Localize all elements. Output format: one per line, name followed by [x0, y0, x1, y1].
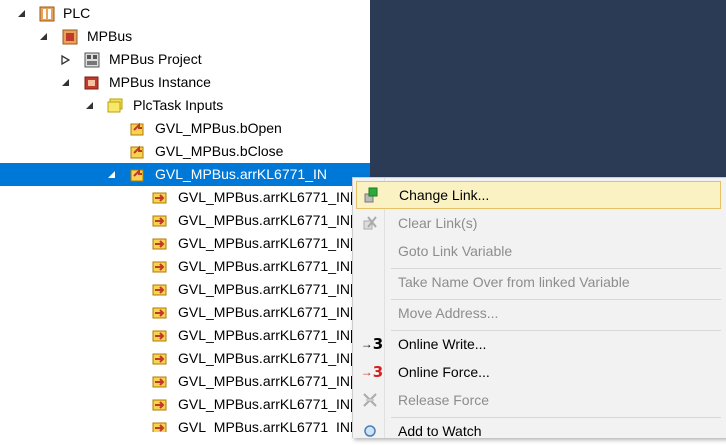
plc-icon — [39, 6, 55, 22]
menu-item-online-force[interactable]: → 3 Online Force... — [356, 358, 721, 386]
linked-variable-icon — [130, 144, 146, 160]
variable-icon — [152, 420, 168, 432]
variable-icon — [152, 351, 168, 367]
tree-item-array-element[interactable]: GVL_MPBus.arrKL6771_IN[1 — [0, 209, 370, 232]
tree-item-array-element[interactable]: GVL_MPBus.arrKL6771_IN[5 — [0, 301, 370, 324]
release-force-icon — [361, 391, 379, 409]
tree-label: GVL_MPBus.bOpen — [155, 120, 282, 136]
tree-item-array-element[interactable]: GVL_MPBus.arrKL6771_IN[7 — [0, 347, 370, 370]
menu-item-move-address[interactable]: Move Address... — [356, 299, 721, 327]
tree-item-array-element[interactable]: GVL_MPBus.arrKL6771_IN[2 — [0, 232, 370, 255]
folder-inputs-icon — [107, 98, 123, 114]
online-write-icon: → 3 — [360, 335, 384, 353]
variable-icon — [152, 236, 168, 252]
watch-glasses-icon — [361, 422, 379, 440]
menu-item-release-force[interactable]: Release Force — [356, 386, 721, 414]
tree-item-bclose[interactable]: GVL_MPBus.bClose — [0, 140, 370, 163]
menu-item-label: Clear Link(s) — [398, 215, 478, 231]
tree-item-array-element[interactable]: GVL_MPBus.arrKL6771_IN[0 — [0, 186, 370, 209]
tree-item-array-element[interactable]: GVL_MPBus.arrKL6771_IN[4 — [0, 278, 370, 301]
menu-item-add-watch[interactable]: Add to Watch — [356, 417, 721, 445]
tree-label: GVL_MPBus.arrKL6771_IN[8 — [178, 373, 362, 389]
project-icon — [84, 52, 100, 68]
tree-item-arrkl6771-in[interactable]: GVL_MPBus.arrKL6771_IN — [0, 163, 370, 186]
collapse-arrow-icon[interactable] — [60, 78, 70, 88]
context-menu: Change Link... Clear Link(s) Goto Link V… — [352, 177, 726, 439]
tree-label: GVL_MPBus.bClose — [155, 143, 284, 159]
collapse-arrow-icon[interactable] — [106, 170, 116, 180]
menu-item-take-name[interactable]: Take Name Over from linked Variable — [356, 268, 721, 296]
menu-item-goto-link[interactable]: Goto Link Variable — [356, 237, 721, 265]
tree-item-array-element[interactable]: GVL_MPBus.arrKL6771_IN[9 — [0, 393, 370, 416]
menu-item-label: Online Write... — [398, 336, 487, 352]
variable-icon — [152, 305, 168, 321]
menu-item-label: Release Force — [398, 392, 490, 408]
menu-item-label: Take Name Over from linked Variable — [398, 274, 630, 290]
variable-icon — [152, 374, 168, 390]
collapse-arrow-icon[interactable] — [38, 32, 48, 42]
online-force-icon: → 3 — [360, 363, 384, 381]
tree-label: GVL_MPBus.arrKL6771_IN[2 — [178, 235, 362, 251]
tree-label: GVL_MPBus.arrKL6771_IN[10 — [178, 419, 370, 432]
menu-item-label: Goto Link Variable — [398, 243, 513, 259]
collapse-arrow-icon[interactable] — [84, 101, 94, 111]
tree-label: GVL_MPBus.arrKL6771_IN[1 — [178, 212, 362, 228]
variable-icon — [152, 190, 168, 206]
variable-icon — [152, 213, 168, 229]
tree-label: MPBus Project — [109, 51, 202, 67]
tree-item-mpbus[interactable]: MPBus — [0, 25, 370, 48]
tree-item-array-element[interactable]: GVL_MPBus.arrKL6771_IN[8 — [0, 370, 370, 393]
tree-item-plctask-inputs[interactable]: PlcTask Inputs — [0, 94, 370, 117]
instance-icon — [84, 75, 100, 91]
tree-item-mpbus-project[interactable]: MPBus Project — [0, 48, 370, 71]
tree-item-mpbus-instance[interactable]: MPBus Instance — [0, 71, 370, 94]
tree-label: GVL_MPBus.arrKL6771_IN[7 — [178, 350, 362, 366]
clear-link-icon — [361, 214, 379, 232]
variable-icon — [152, 397, 168, 413]
tree-label: GVL_MPBus.arrKL6771_IN[3 — [178, 258, 362, 274]
menu-item-label: Add to Watch — [398, 423, 482, 439]
variable-icon — [152, 328, 168, 344]
menu-item-change-link[interactable]: Change Link... — [356, 181, 721, 209]
tree-item-plc[interactable]: PLC — [0, 2, 370, 25]
expand-arrow-icon[interactable] — [60, 54, 70, 65]
tree-item-array-element[interactable]: GVL_MPBus.arrKL6771_IN[10 — [0, 416, 370, 432]
menu-item-label: Move Address... — [398, 305, 499, 321]
tree-label: GVL_MPBus.arrKL6771_IN[6 — [178, 327, 362, 343]
menu-item-label: Online Force... — [398, 364, 490, 380]
tree-label: PLC — [63, 5, 91, 21]
menu-item-online-write[interactable]: → 3 Online Write... — [356, 330, 721, 358]
tree-label: MPBus Instance — [109, 74, 211, 90]
tree-label: GVL_MPBus.arrKL6771_IN[0 — [178, 189, 362, 205]
tree-label: GVL_MPBus.arrKL6771_IN[4 — [178, 281, 362, 297]
linked-variable-icon — [130, 121, 146, 137]
tree-item-bopen[interactable]: GVL_MPBus.bOpen — [0, 117, 370, 140]
collapse-arrow-icon[interactable] — [16, 9, 26, 19]
tree-item-array-element[interactable]: GVL_MPBus.arrKL6771_IN[6 — [0, 324, 370, 347]
tree-label: MPBus — [87, 28, 133, 44]
solution-tree: PLC MPBus MPBus Project MPBus Instance P… — [0, 0, 370, 432]
tree-label: GVL_MPBus.arrKL6771_IN[9 — [178, 396, 362, 412]
tree-label: GVL_MPBus.arrKL6771_IN[5 — [178, 304, 362, 320]
change-link-icon — [362, 186, 380, 204]
variable-icon — [152, 282, 168, 298]
tree-item-array-element[interactable]: GVL_MPBus.arrKL6771_IN[3 — [0, 255, 370, 278]
menu-item-label: Change Link... — [399, 187, 490, 203]
linked-variable-icon — [130, 167, 146, 183]
variable-icon — [152, 259, 168, 275]
menu-item-clear-links[interactable]: Clear Link(s) — [356, 209, 721, 237]
plc-project-icon — [62, 29, 78, 45]
tree-label: GVL_MPBus.arrKL6771_IN — [155, 166, 327, 182]
tree-label: PlcTask Inputs — [133, 97, 224, 113]
